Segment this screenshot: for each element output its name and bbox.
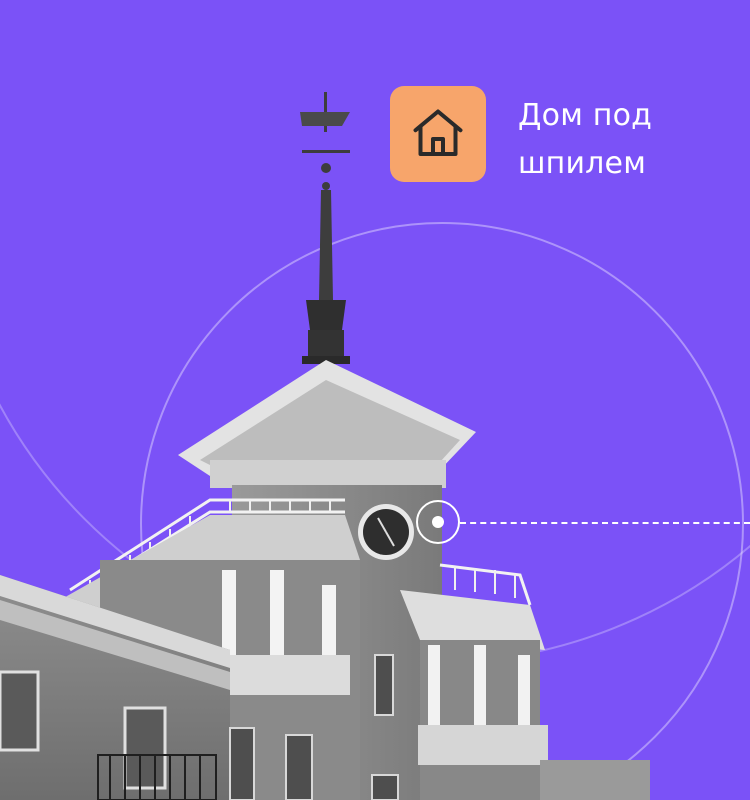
location-marker-icon[interactable] [416, 500, 460, 544]
building-title: Дом под шпилем [518, 92, 738, 188]
house-badge [390, 86, 486, 182]
pointer-line [460, 522, 750, 524]
hero-canvas: Дом под шпилем [0, 0, 750, 800]
spire [300, 92, 350, 364]
clock [358, 504, 414, 560]
house-icon [413, 109, 463, 156]
title-line-2: шпилем [518, 146, 647, 181]
marker-dot [432, 516, 444, 528]
title-line-1: Дом под [518, 98, 653, 133]
